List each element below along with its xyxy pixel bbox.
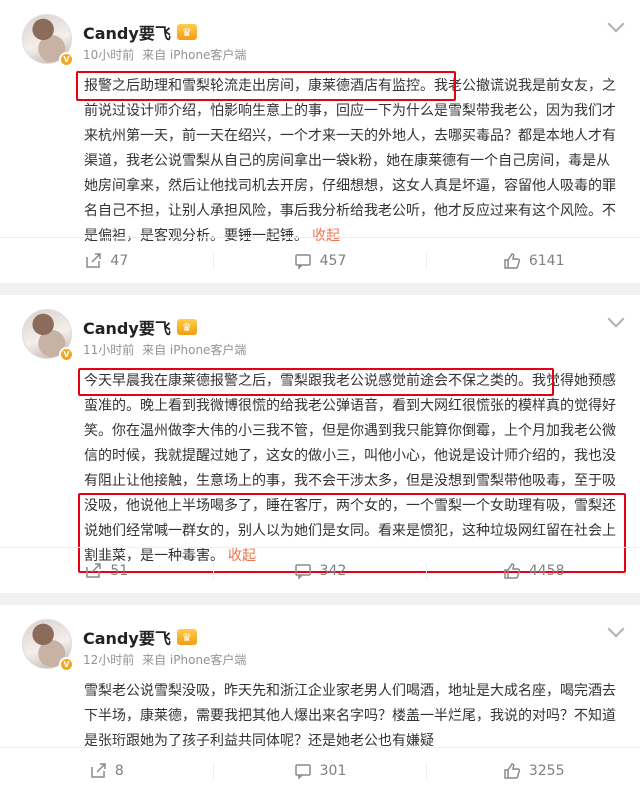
repost-count: 47 [110,252,129,269]
author-row: Candy要飞 ♛ [83,315,197,339]
member-crown-icon: ♛ [176,629,197,645]
post-meta: 12小时前 来自 iPhone客户端 [83,651,246,668]
action-bar: 51 342 4458 [0,547,640,593]
repost-count: 51 [110,562,129,579]
comment-icon [294,253,311,270]
post-source: 来自 iPhone客户端 [142,48,247,62]
author-name[interactable]: Candy要飞 [83,315,171,339]
action-bar: 47 457 6141 [0,237,640,283]
post-time[interactable]: 11小时前 [83,343,134,357]
comment-count: 301 [319,762,347,779]
like-button[interactable]: 4458 [426,561,640,580]
post-text: 今天早晨我在康莱德报警之后，雪梨跟我老公说感觉前途会不保之类的。我觉得她预感蛮准… [84,373,616,564]
comment-count: 457 [319,252,347,269]
post-text: 报警之后助理和雪梨轮流走出房间，康莱德酒店有监控。我老公撤谎说我是前女友，之前说… [84,78,616,244]
post-text: 雪梨老公说雪梨没吸，昨天先和浙江企业家老男人们喝酒，地址是大成名座，喝完酒去下半… [84,683,616,749]
post-card: V Candy要飞 ♛ 10小时前 来自 iPhone客户端 报警之后助理和雪梨… [0,0,640,283]
post-body: 报警之后助理和雪梨轮流走出房间，康莱德酒店有监控。我老公撤谎说我是前女友，之前说… [0,68,640,249]
author-row: Candy要飞 ♛ [83,625,197,649]
like-icon [504,252,520,269]
post-time[interactable]: 12小时前 [83,653,134,667]
repost-button[interactable]: 8 [0,762,213,780]
like-icon [504,762,520,779]
verified-v-icon: V [59,52,74,67]
member-crown-icon: ♛ [176,24,197,40]
post-header: V Candy要飞 ♛ 12小时前 来自 iPhone客户端 [0,605,640,673]
comment-count: 342 [319,562,347,579]
post-source: 来自 iPhone客户端 [142,343,247,357]
chevron-down-icon[interactable] [607,15,625,33]
repost-icon [86,252,102,268]
post-body: 今天早晨我在康莱德报警之后，雪梨跟我老公说感觉前途会不保之类的。我觉得她预感蛮准… [0,363,640,573]
comment-button[interactable]: 457 [212,251,427,270]
post-source: 来自 iPhone客户端 [142,653,247,667]
author-name[interactable]: Candy要飞 [83,625,171,649]
repost-icon [86,562,102,578]
post-body: 雪梨老公说雪梨没吸，昨天先和浙江企业家老男人们喝酒，地址是大成名座，喝完酒去下半… [0,673,640,754]
like-count: 4458 [528,562,565,579]
repost-button[interactable]: 47 [0,252,213,270]
post-meta: 11小时前 来自 iPhone客户端 [83,341,246,358]
verified-v-icon: V [59,347,74,362]
repost-button[interactable]: 51 [0,562,213,580]
chevron-down-icon[interactable] [607,310,625,328]
weibo-feed: V Candy要飞 ♛ 10小时前 来自 iPhone客户端 报警之后助理和雪梨… [0,0,640,793]
author-name[interactable]: Candy要飞 [83,20,171,44]
post-card: V Candy要飞 ♛ 11小时前 来自 iPhone客户端 今天早晨我在康莱德… [0,295,640,593]
repost-count: 8 [114,762,124,779]
like-button[interactable]: 3255 [426,761,640,780]
post-meta: 10小时前 来自 iPhone客户端 [83,46,246,63]
comment-button[interactable]: 342 [212,561,427,580]
action-bar: 8 301 3255 [0,747,640,793]
verified-v-icon: V [59,657,74,672]
post-header: V Candy要飞 ♛ 11小时前 来自 iPhone客户端 [0,295,640,363]
post-time[interactable]: 10小时前 [83,48,134,62]
like-count: 6141 [528,252,565,269]
comment-icon [294,763,311,780]
comment-icon [294,563,311,580]
like-count: 3255 [528,762,565,779]
author-row: Candy要飞 ♛ [83,20,197,44]
member-crown-icon: ♛ [176,319,197,335]
like-icon [504,562,520,579]
post-header: V Candy要飞 ♛ 10小时前 来自 iPhone客户端 [0,0,640,68]
post-card: V Candy要飞 ♛ 12小时前 来自 iPhone客户端 雪梨老公说雪梨没吸… [0,605,640,793]
repost-icon [91,762,106,778]
comment-button[interactable]: 301 [212,761,427,780]
like-button[interactable]: 6141 [426,251,640,270]
chevron-down-icon[interactable] [607,620,625,638]
